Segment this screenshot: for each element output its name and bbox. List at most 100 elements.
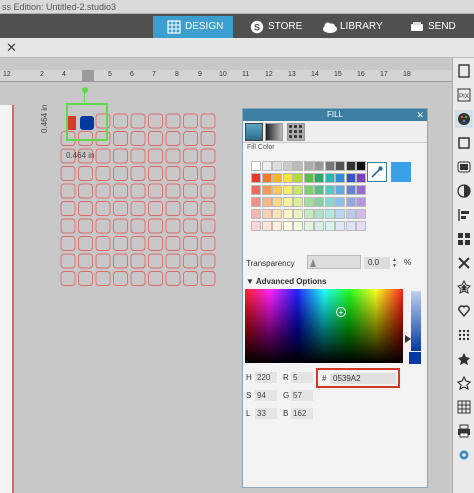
color-swatch[interactable] (303, 197, 314, 207)
grid-shape[interactable] (183, 271, 198, 286)
color-swatch[interactable] (303, 209, 314, 219)
color-spectrum-picker[interactable] (245, 289, 403, 363)
color-swatch[interactable] (282, 197, 293, 207)
grid-shape[interactable] (200, 253, 216, 269)
color-swatch[interactable] (293, 209, 303, 219)
grid-shape[interactable] (200, 113, 216, 129)
color-swatch[interactable] (293, 173, 303, 183)
color-swatch[interactable] (335, 173, 345, 183)
grid-shape[interactable] (183, 218, 198, 234)
grid-shape[interactable] (60, 166, 76, 181)
pixscan-icon[interactable]: PIX (455, 86, 473, 104)
color-swatch[interactable] (272, 173, 282, 183)
grid-shape[interactable] (130, 271, 146, 286)
color-swatch[interactable] (324, 221, 335, 231)
color-swatch[interactable] (261, 197, 272, 207)
brightness-slider[interactable] (411, 291, 421, 351)
color-swatch[interactable] (345, 221, 356, 231)
color-swatch[interactable] (282, 161, 293, 171)
color-swatch[interactable] (272, 197, 282, 207)
trace-icon[interactable] (455, 302, 473, 320)
grid-shape[interactable] (78, 271, 93, 286)
grid-shape[interactable] (165, 113, 181, 129)
color-swatch[interactable] (251, 173, 261, 183)
close-panel-icon[interactable]: ✕ (416, 109, 424, 121)
color-swatch[interactable] (293, 197, 303, 207)
color-swatch[interactable] (282, 209, 293, 219)
grid-shape[interactable] (183, 148, 198, 164)
grid-shape[interactable] (148, 201, 163, 216)
grid-shape[interactable] (165, 131, 181, 146)
tab-pattern-fill[interactable] (287, 123, 305, 141)
color-swatch[interactable] (303, 161, 314, 171)
star-icon[interactable] (455, 374, 473, 392)
color-swatch[interactable] (282, 185, 293, 195)
transparency-icon[interactable] (455, 182, 473, 200)
color-swatch[interactable] (335, 185, 345, 195)
color-swatch[interactable] (345, 209, 356, 219)
grid-shape[interactable] (78, 201, 93, 216)
grid-shape[interactable] (113, 166, 128, 181)
color-swatch[interactable] (356, 185, 366, 195)
grid-shape[interactable] (60, 236, 76, 251)
grid-shape[interactable] (78, 166, 93, 181)
grid-shape[interactable] (130, 166, 146, 181)
sketch-icon[interactable] (455, 350, 473, 368)
grid-shape[interactable] (148, 131, 163, 146)
color-swatch[interactable] (324, 185, 335, 195)
grid-shape[interactable] (113, 236, 128, 251)
color-swatch[interactable] (324, 173, 335, 183)
grid-shape[interactable] (148, 236, 163, 251)
spectrum-crosshair-icon[interactable]: + (336, 307, 346, 317)
grid-shape[interactable] (60, 271, 76, 286)
color-swatch[interactable] (303, 185, 314, 195)
color-swatch[interactable] (293, 185, 303, 195)
r-field[interactable]: 5 (291, 372, 313, 383)
grid-shape[interactable] (200, 236, 216, 251)
grid-shape[interactable] (148, 253, 163, 269)
grid-shape[interactable] (130, 201, 146, 216)
color-swatch[interactable] (251, 209, 261, 219)
grid-shape[interactable] (95, 253, 111, 269)
grid-shape[interactable] (78, 236, 93, 251)
color-swatch[interactable] (251, 197, 261, 207)
grid-shape[interactable] (78, 253, 93, 269)
color-swatch[interactable] (272, 209, 282, 219)
grid-shape[interactable] (200, 183, 216, 199)
grid-shape[interactable] (183, 113, 198, 129)
grid-shape[interactable] (148, 183, 163, 199)
grid-shape[interactable] (165, 271, 181, 286)
color-swatch[interactable] (303, 173, 314, 183)
offset-icon[interactable] (455, 278, 473, 296)
color-swatch[interactable] (314, 185, 324, 195)
grid-shape[interactable] (113, 218, 128, 234)
color-swatch[interactable] (356, 161, 366, 171)
color-swatch[interactable] (314, 173, 324, 183)
grid-shape[interactable] (130, 253, 146, 269)
tab-design[interactable]: DESIGN (153, 16, 233, 38)
grid-shape[interactable] (113, 201, 128, 216)
grid-shape[interactable] (95, 148, 111, 164)
color-swatch[interactable] (356, 173, 366, 183)
color-swatch[interactable] (251, 221, 261, 231)
l-field[interactable]: 33 (255, 408, 277, 419)
grid-shape[interactable] (95, 236, 111, 251)
tab-solid-fill[interactable] (245, 123, 263, 141)
tab-store[interactable]: S STORE (248, 16, 308, 38)
color-swatch[interactable] (356, 221, 366, 231)
grid-shape[interactable] (165, 253, 181, 269)
advanced-options-toggle[interactable]: ▼ Advanced Options (246, 277, 327, 286)
grid-shape[interactable] (200, 271, 216, 286)
align-icon[interactable] (455, 206, 473, 224)
grid-shape[interactable] (165, 218, 181, 234)
g-field[interactable]: 57 (291, 390, 313, 401)
grid-shape[interactable] (60, 218, 76, 234)
color-swatch[interactable] (303, 221, 314, 231)
replicate-icon[interactable] (455, 230, 473, 248)
grid-shape[interactable] (148, 218, 163, 234)
grid-shape[interactable] (95, 201, 111, 216)
color-swatch[interactable] (345, 173, 356, 183)
grid-shape[interactable] (113, 113, 128, 129)
grid-shape[interactable] (183, 131, 198, 146)
color-swatch[interactable] (356, 197, 366, 207)
